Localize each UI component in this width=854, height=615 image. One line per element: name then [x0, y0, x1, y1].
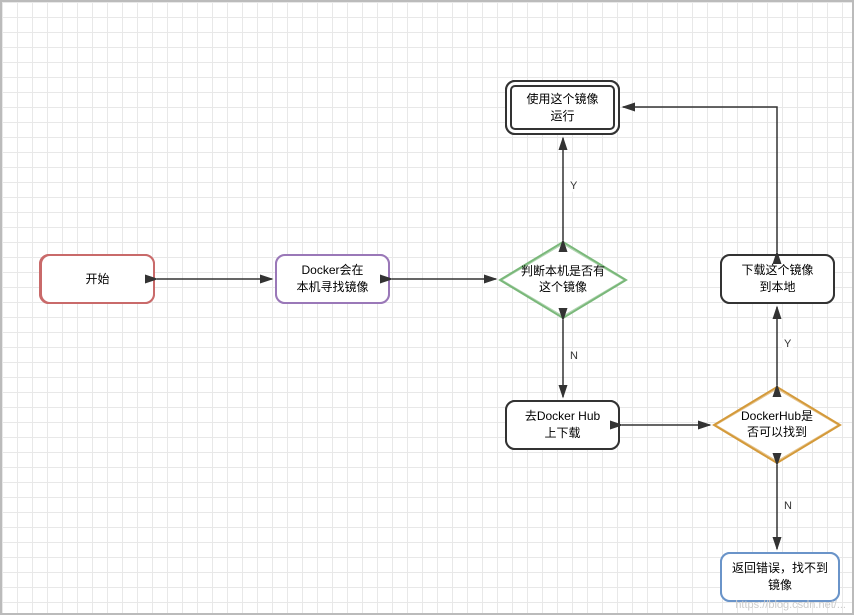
node-label: DockerHub是 否可以找到 [729, 409, 825, 440]
node-error: 返回错误，找不到 镜像 [720, 552, 840, 602]
edge-label-y1: Y [568, 180, 579, 192]
node-has-local: 判断本机是否有 这个镜像 [498, 240, 628, 320]
grid-background [0, 0, 854, 615]
node-label: 返回错误，找不到 镜像 [732, 560, 828, 594]
node-label: 判断本机是否有 这个镜像 [509, 264, 617, 295]
node-goto-hub: 去Docker Hub 上下载 [505, 400, 620, 450]
node-label: 下载这个镜像 到本地 [741, 262, 813, 296]
edge-label-n2: N [782, 500, 794, 512]
node-hub-found: DockerHub是 否可以找到 [712, 385, 842, 465]
node-start: 开始 [40, 254, 155, 304]
node-run: 使用这个镜像 运行 [505, 80, 620, 135]
node-label: Docker会在 本机寻找镜像 [296, 262, 368, 296]
edge-label-n1: N [568, 350, 580, 362]
node-label: 使用这个镜像 运行 [526, 91, 598, 125]
watermark: https://blog.csdn.net/... [735, 599, 846, 611]
node-label: 去Docker Hub 上下载 [525, 408, 600, 442]
node-label: 开始 [85, 271, 109, 288]
node-local-search: Docker会在 本机寻找镜像 [275, 254, 390, 304]
node-download: 下载这个镜像 到本地 [720, 254, 835, 304]
edge-label-y2: Y [782, 338, 793, 350]
